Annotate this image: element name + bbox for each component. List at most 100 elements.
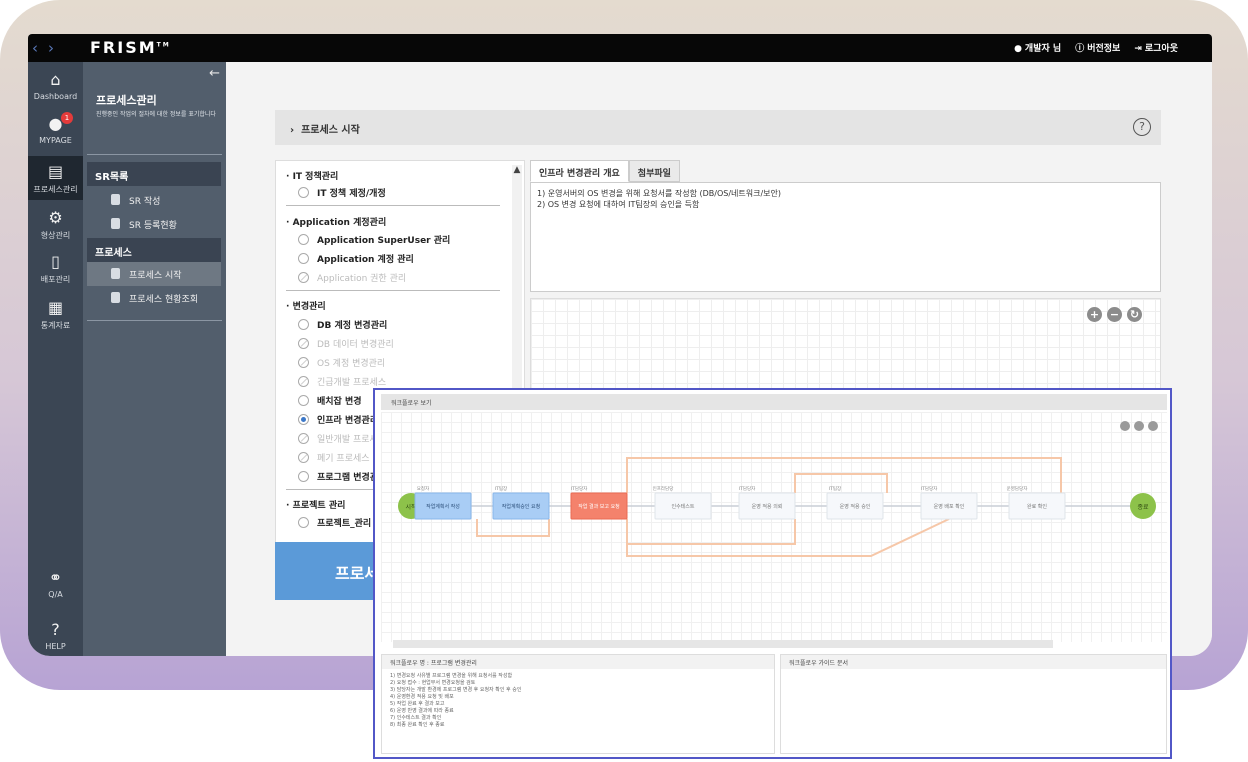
flow-loop-connector bbox=[626, 457, 1062, 493]
nav-mypage[interactable]: ● 1 MYPAGE bbox=[28, 112, 83, 150]
nav-arrows[interactable]: ‹› bbox=[32, 39, 64, 57]
workflow-node-role: 요청자 bbox=[417, 485, 430, 492]
logout-button[interactable]: ⇥ 로그아웃 bbox=[1134, 41, 1178, 54]
logo: FRISMTM bbox=[90, 38, 171, 57]
workflow-node-label: 작업 결과 보고 요청 bbox=[578, 503, 620, 510]
group-title: · 변경관리 bbox=[286, 302, 326, 312]
process-option[interactable]: IT 정책 제정/개정 bbox=[298, 186, 386, 199]
tab-attachments[interactable]: 첨부파일 bbox=[628, 160, 680, 182]
workflow-popup: 워크플로우 보기 시작 종료 작업계획서 작성 요청자 작업계획승인 요청 IT팀장 작업 … bbox=[373, 388, 1172, 759]
sidebar-item-process-start[interactable]: 프로세스 시작 bbox=[87, 262, 221, 286]
nav-stats[interactable]: ▦ 통계자료 bbox=[28, 298, 83, 334]
info-line: 5) 작업 완료 후 결과 보고 bbox=[390, 701, 445, 707]
workflow-node-label: 작업계획서 작성 bbox=[426, 503, 460, 510]
nav-process[interactable]: ▤ 프로세스관리 bbox=[28, 156, 83, 200]
popup-canvas: 시작 종료 작업계획서 작성 요청자 작업계획승인 요청 IT팀장 작업 결과 보고 요청 I… bbox=[381, 412, 1167, 642]
description-line: 1) 운영서버의 OS 변경을 위해 요청서를 작성함 (DB/OS/네트워크/… bbox=[537, 189, 782, 198]
top-bar: ‹› FRISMTM ● 개발자 님 ⓘ 버전정보 ⇥ 로그아웃 bbox=[28, 34, 1212, 62]
mobile-icon: ▯ bbox=[51, 252, 60, 271]
workflow-node-label: 작업계획승인 요청 bbox=[502, 503, 540, 510]
sidebar-item-sr-write[interactable]: SR 작성 bbox=[87, 188, 221, 212]
info-line: 1) 변경요청 사유별 프로그램 변경을 위해 요청서를 작성함 bbox=[390, 673, 513, 679]
process-option: OS 계정 변경관리 bbox=[298, 356, 385, 369]
forward-arrow-icon[interactable]: › bbox=[48, 39, 64, 57]
info-line: 4) 운영환경 적용 요청 및 배포 bbox=[390, 694, 454, 700]
nav-help[interactable]: ? HELP bbox=[28, 620, 83, 656]
reset-zoom-icon[interactable]: ↻ bbox=[1127, 307, 1142, 322]
page-title: › 프로세스 시작 bbox=[290, 125, 360, 136]
info-line: 6) 운영 반영 결과에 따라 종료 bbox=[390, 708, 454, 714]
process-option-selected[interactable]: 인프라 변경관리 bbox=[298, 413, 378, 426]
process-option[interactable]: 프로젝트_관리 bbox=[298, 516, 371, 529]
document-icon bbox=[111, 268, 120, 279]
user-icon: ● bbox=[1014, 44, 1022, 54]
radio-button[interactable] bbox=[298, 319, 309, 330]
divider bbox=[286, 290, 500, 291]
workflow-info-body: 1) 변경요청 사유별 프로그램 변경을 위해 요청서를 작성함 2) 요청 접… bbox=[382, 669, 774, 733]
process-option[interactable]: 배치잡 변경 bbox=[298, 394, 362, 407]
sidebar-description: 진행중인 작업의 절차에 대한 정보를 표기합니다 bbox=[96, 111, 216, 118]
user-menu[interactable]: ● 개발자 님 bbox=[1014, 41, 1061, 54]
zoom-out-icon[interactable]: − bbox=[1107, 307, 1122, 322]
sidebar-section-process[interactable]: 프로세스 bbox=[87, 238, 221, 262]
process-option: Application 권한 관리 bbox=[298, 271, 406, 284]
archive-icon: ▤ bbox=[47, 162, 64, 181]
sidebar-item-process-status[interactable]: 프로세스 현황조회 bbox=[87, 286, 221, 310]
workflow-guide-title: 워크플로우 가이드 문서 bbox=[781, 655, 1166, 669]
process-option[interactable]: DB 계정 변경관리 bbox=[298, 318, 387, 331]
process-option[interactable]: Application SuperUser 관리 bbox=[298, 233, 450, 246]
chevron-up-icon[interactable]: ▲ bbox=[512, 165, 522, 175]
zoom-in-icon[interactable] bbox=[1120, 421, 1130, 431]
horizontal-scrollbar[interactable] bbox=[393, 640, 1053, 648]
workflow-node-role: IT팀장 bbox=[495, 485, 507, 492]
divider bbox=[286, 205, 500, 206]
sidebar-section-sr[interactable]: SR목록 bbox=[87, 162, 221, 186]
radio-button bbox=[298, 376, 309, 387]
version-info-link[interactable]: ⓘ 버전정보 bbox=[1075, 41, 1120, 54]
group-title: · 프로젝트 관리 bbox=[286, 501, 346, 511]
radio-button[interactable] bbox=[298, 517, 309, 528]
radio-button[interactable] bbox=[298, 471, 309, 482]
logout-icon: ⇥ bbox=[1134, 44, 1142, 54]
workflow-node-role: IT담당자 bbox=[921, 485, 938, 492]
process-option: DB 데이터 변경관리 bbox=[298, 337, 394, 350]
radio-button[interactable] bbox=[298, 395, 309, 406]
group-title: · Application 계정관리 bbox=[286, 218, 387, 228]
process-description: 1) 운영서버의 OS 변경을 위해 요청서를 작성함 (DB/OS/네트워크/… bbox=[530, 182, 1161, 292]
reset-zoom-icon[interactable] bbox=[1148, 421, 1158, 431]
group-title: · IT 정책관리 bbox=[286, 172, 339, 182]
back-arrow-icon[interactable]: ‹ bbox=[32, 39, 48, 57]
tab-bar: 인프라 변경관리 개요 첨부파일 bbox=[530, 160, 680, 182]
help-icon[interactable]: ? bbox=[1133, 118, 1151, 136]
flow-loop-connector bbox=[626, 519, 796, 545]
radio-button bbox=[298, 452, 309, 463]
popup-title: 워크플로우 보기 bbox=[381, 394, 1167, 410]
workflow-node-label: 완료 확인 bbox=[1027, 503, 1047, 510]
icon-navbar: ⌂ Dashboard ● 1 MYPAGE ▤ 프로세스관리 ⚙ 형상관리 ▯ 배포관리 … bbox=[28, 62, 83, 656]
radio-button[interactable] bbox=[298, 414, 309, 425]
nav-config[interactable]: ⚙ 형상관리 bbox=[28, 208, 83, 244]
description-line: 2) OS 변경 요청에 대하여 IT팀장의 승인을 득함 bbox=[537, 200, 700, 209]
flow-loop-connector bbox=[476, 519, 550, 537]
nav-dashboard[interactable]: ⌂ Dashboard bbox=[28, 70, 83, 106]
nav-qa[interactable]: ⚭ Q/A bbox=[28, 568, 83, 604]
info-line: 2) 요청 접수 : 현업부서 변경요청을 검토 bbox=[390, 680, 476, 686]
process-option[interactable]: Application 계정 관리 bbox=[298, 252, 414, 265]
zoom-out-icon[interactable] bbox=[1134, 421, 1144, 431]
radio-button[interactable] bbox=[298, 253, 309, 264]
document-icon bbox=[111, 292, 120, 303]
radio-button bbox=[298, 272, 309, 283]
qa-icon: ⚭ bbox=[48, 568, 63, 587]
nav-deploy[interactable]: ▯ 배포관리 bbox=[28, 252, 83, 288]
tab-overview[interactable]: 인프라 변경관리 개요 bbox=[530, 160, 629, 182]
radio-button[interactable] bbox=[298, 187, 309, 198]
sidebar-item-sr-status[interactable]: SR 등록현황 bbox=[87, 212, 221, 236]
info-line: 3) 담당자는 개발 환경에 프로그램 변경 후 요청자 확인 후 승인 bbox=[390, 687, 522, 693]
zoom-in-icon[interactable]: + bbox=[1087, 307, 1102, 322]
radio-button[interactable] bbox=[298, 234, 309, 245]
collapse-arrow-icon[interactable]: ← bbox=[209, 66, 220, 81]
user-icon: ● bbox=[48, 114, 63, 133]
stats-icon: ▦ bbox=[47, 298, 64, 317]
info-line: 8) 최종 완료 확인 후 종료 bbox=[390, 722, 445, 728]
sidebar-divider bbox=[87, 320, 222, 321]
